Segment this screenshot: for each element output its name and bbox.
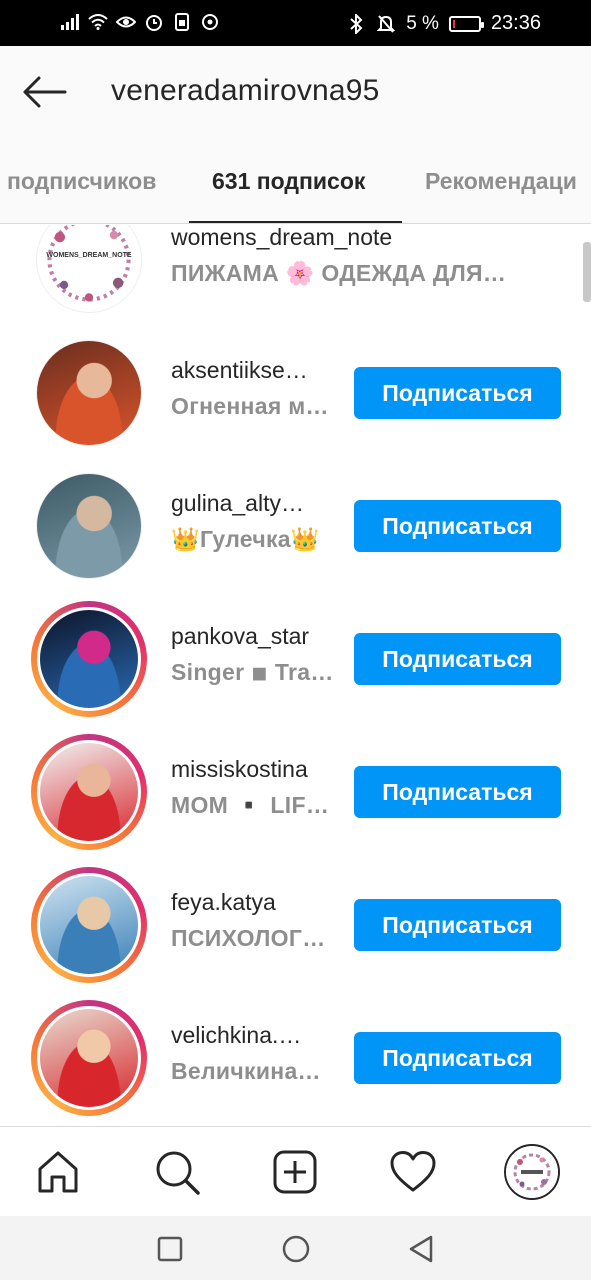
clock: 23:36: [490, 12, 541, 34]
system-home-button[interactable]: [281, 1234, 311, 1264]
avatar-image: [36, 340, 142, 446]
user-bio: Singer ◾ Tra…: [171, 659, 334, 685]
user-bio: 👑Гулечка👑: [171, 526, 320, 552]
follow-button[interactable]: Подписаться: [354, 899, 561, 951]
system-back-button[interactable]: [406, 1234, 436, 1264]
user-bio: ПСИХОЛОГ…: [171, 925, 326, 951]
username[interactable]: feya.katya: [171, 889, 276, 916]
list-item[interactable]: aksentiikse… Огненная м… Подписаться: [0, 327, 591, 460]
username[interactable]: gulina_alty…: [171, 490, 304, 517]
nav-search[interactable]: [152, 1147, 202, 1197]
list-item[interactable]: pankova_star Singer ◾ Tra… Подписаться: [0, 593, 591, 726]
avatar-image: [37, 873, 141, 977]
recent-apps-button[interactable]: [155, 1234, 185, 1264]
tab-bar: подписчиков 631 подписок Рекомендаци: [0, 138, 591, 224]
sim-icon: [172, 12, 192, 32]
eye-icon: [116, 12, 136, 32]
tab-following[interactable]: 631 подписок: [212, 168, 365, 195]
battery-icon: [448, 15, 484, 32]
battery-level: [452, 19, 455, 28]
follow-button[interactable]: Подписаться: [354, 500, 561, 552]
active-tab-indicator: [189, 221, 402, 223]
follow-button[interactable]: Подписаться: [354, 633, 561, 685]
avatar-image: [37, 740, 141, 844]
avatar[interactable]: [31, 468, 147, 584]
bluetooth-icon: [346, 13, 366, 34]
home-icon: [38, 1151, 78, 1193]
avatar[interactable]: WOMENS_DREAM_NOTE: [31, 225, 147, 318]
battery-percent: 5 %: [406, 12, 439, 34]
mute-bell-icon: [376, 14, 396, 34]
avatar-logo-text: WOMENS_DREAM_NOTE: [46, 252, 132, 259]
signal-icon: [60, 12, 80, 32]
add-post-icon: [273, 1150, 317, 1194]
avatar-image: [37, 607, 141, 711]
tab-followers[interactable]: подписчиков: [7, 168, 156, 195]
list-item[interactable]: WOMENS_DREAM_NOTE womens_dream_note ПИЖАМА…: [0, 225, 591, 327]
avatar[interactable]: [31, 335, 147, 451]
avatar-image: [37, 1006, 141, 1110]
list-item[interactable]: velichkina.… Величкина… Подписаться: [0, 992, 591, 1125]
user-bio: MOM ▪️ LIF…: [171, 792, 330, 818]
status-left-icons: [60, 12, 220, 32]
status-bar: 5 % 23:36: [0, 0, 591, 46]
bottom-nav: [0, 1126, 591, 1216]
username[interactable]: velichkina.…: [171, 1022, 301, 1049]
username[interactable]: missiskostina: [171, 756, 308, 783]
status-right-icons: 5 % 23:36: [346, 12, 541, 35]
nav-home[interactable]: [33, 1147, 83, 1197]
avatar[interactable]: [31, 1000, 147, 1116]
user-bio: Величкина…: [171, 1058, 321, 1084]
nav-activity[interactable]: [388, 1147, 438, 1197]
arrow-left-icon: [23, 76, 67, 108]
profile-avatar: [506, 1146, 558, 1198]
avatar[interactable]: [31, 734, 147, 850]
scrollbar-thumb[interactable]: [583, 242, 591, 302]
nav-add-post[interactable]: [270, 1147, 320, 1197]
follow-button[interactable]: Подписаться: [354, 766, 561, 818]
avatar-image: WOMENS_DREAM_NOTE: [36, 225, 142, 313]
following-list[interactable]: WOMENS_DREAM_NOTE womens_dream_note ПИЖАМА…: [0, 225, 591, 1126]
username[interactable]: pankova_star: [171, 623, 309, 650]
avatar[interactable]: [31, 601, 147, 717]
list-item[interactable]: gulina_alty… 👑Гулечка👑 Подписаться: [0, 460, 591, 593]
tab-recommendations[interactable]: Рекомендаци: [425, 168, 577, 195]
hotspot-icon: [200, 12, 220, 32]
heart-icon: [390, 1151, 436, 1192]
follow-button[interactable]: Подписаться: [354, 1032, 561, 1084]
follow-button[interactable]: Подписаться: [354, 367, 561, 419]
avatar[interactable]: [31, 867, 147, 983]
alarm-icon: [144, 12, 164, 32]
list-item[interactable]: missiskostina MOM ▪️ LIF… Подписаться: [0, 726, 591, 859]
user-bio: ПИЖАМА 🌸 ОДЕЖДА ДЛЯ…: [171, 260, 507, 286]
page-title: veneradamirovna95: [111, 74, 380, 107]
list-item[interactable]: feya.katya ПСИХОЛОГ… Подписаться: [0, 859, 591, 992]
system-nav-bar: [0, 1216, 591, 1280]
search-icon: [156, 1151, 200, 1195]
square-icon: [157, 1236, 183, 1262]
user-bio: Огненная м…: [171, 393, 329, 419]
username[interactable]: womens_dream_note: [171, 225, 392, 251]
username[interactable]: aksentiikse…: [171, 357, 308, 384]
nav-profile[interactable]: [504, 1144, 560, 1200]
circle-icon: [282, 1235, 310, 1263]
wifi-icon: [88, 12, 108, 32]
triangle-back-icon: [409, 1235, 433, 1263]
back-button[interactable]: [18, 68, 70, 116]
avatar-image: [36, 473, 142, 579]
app-header: veneradamirovna95: [0, 46, 591, 138]
